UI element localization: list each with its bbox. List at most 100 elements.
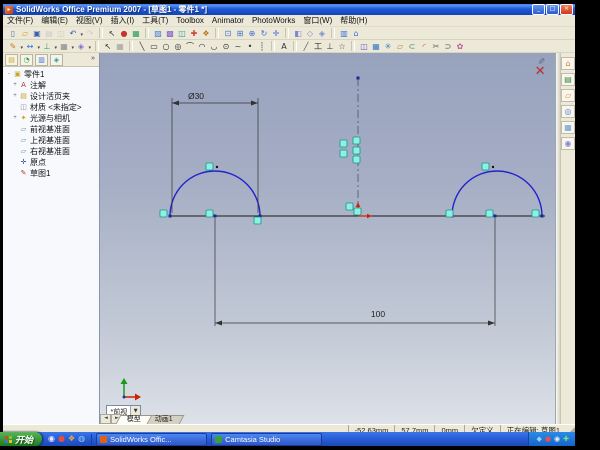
- trim-tool-button[interactable]: ✂: [430, 41, 442, 52]
- symmetry-button[interactable]: ☆: [336, 41, 348, 52]
- rotate-view-button[interactable]: ↻: [258, 28, 270, 39]
- print-button[interactable]: ▤: [43, 28, 55, 39]
- zoom-area-button[interactable]: ⊞: [234, 28, 246, 39]
- tray-icon-1[interactable]: ◆: [537, 433, 542, 445]
- add-relation-button[interactable]: ⊥: [41, 41, 53, 52]
- ellipse-tool-button[interactable]: ⊙: [220, 41, 232, 52]
- menu-file[interactable]: 文件(F): [3, 15, 37, 26]
- start-button[interactable]: 开始: [0, 432, 42, 446]
- scene-button[interactable]: ▩: [164, 28, 176, 39]
- dim-text-diameter[interactable]: Ø30: [188, 91, 204, 101]
- minimize-button[interactable]: _: [532, 4, 545, 15]
- quick-launch-icon-3[interactable]: ❖: [68, 434, 75, 444]
- sketch-button[interactable]: ✎: [7, 41, 19, 52]
- zoom-in-out-button[interactable]: ⊕: [246, 28, 258, 39]
- task-camtasia[interactable]: Camtasia Studio: [211, 433, 322, 446]
- menu-photoworks[interactable]: PhotoWorks: [248, 16, 299, 25]
- right-semicircle-arc[interactable]: [452, 171, 542, 216]
- construction-geometry-button[interactable]: ╱: [300, 41, 312, 52]
- circle-tool-button[interactable]: ○: [160, 41, 172, 52]
- edit-color-button[interactable]: ▦: [130, 28, 142, 39]
- dim-text-length[interactable]: 100: [371, 309, 385, 319]
- quick-snaps-button[interactable]: ◈: [75, 41, 87, 52]
- menu-tools[interactable]: 工具(T): [138, 15, 172, 26]
- graphics-area[interactable]: Ø30 100: [100, 53, 555, 424]
- print-preview-button[interactable]: ◫: [55, 28, 67, 39]
- pan-button[interactable]: ✛: [270, 28, 282, 39]
- taskpane-search-icon[interactable]: ◎: [561, 105, 575, 118]
- centerline-tool-button[interactable]: ┊: [256, 41, 268, 52]
- open-button[interactable]: ▱: [19, 28, 31, 39]
- menu-insert[interactable]: 插入(I): [107, 15, 139, 26]
- fillet-tool-button[interactable]: ◜: [418, 41, 430, 52]
- tree-expander[interactable]: +: [11, 113, 19, 124]
- image-button[interactable]: ◫: [176, 28, 188, 39]
- smart-dimension-button[interactable]: ↔: [24, 41, 36, 52]
- close-button[interactable]: ×: [560, 4, 573, 15]
- tree-design-binder[interactable]: + ▤ 设计活页夹: [3, 91, 99, 102]
- spline-tool-button[interactable]: ~: [232, 41, 244, 52]
- tree-right-plane[interactable]: ▱ 右视基准面: [3, 146, 99, 157]
- standard-views-button[interactable]: ⌂: [350, 28, 362, 39]
- tree-top-plane[interactable]: ▱ 上视基准面: [3, 135, 99, 146]
- linear-pattern-button[interactable]: ▦: [370, 41, 382, 52]
- tab-configurationmanager[interactable]: ▥: [35, 54, 48, 66]
- text-tool-button[interactable]: A: [278, 41, 290, 52]
- menu-view[interactable]: 视图(V): [72, 15, 107, 26]
- save-button[interactable]: ▣: [31, 28, 43, 39]
- undo-button[interactable]: ↶: [67, 28, 79, 39]
- tray-icon-3[interactable]: ◉: [554, 433, 560, 445]
- extend-tool-button[interactable]: ⊃: [442, 41, 454, 52]
- hidden-lines-button[interactable]: ◇: [304, 28, 316, 39]
- rebuild-button[interactable]: ●: [118, 28, 130, 39]
- tree-expander[interactable]: -: [5, 69, 13, 80]
- zoom-fit-button[interactable]: ⊡: [222, 28, 234, 39]
- perimeter-circle-tool-button[interactable]: ◎: [172, 41, 184, 52]
- offset-entities-button[interactable]: ▱: [394, 41, 406, 52]
- three-point-arc-tool-button[interactable]: ◡: [208, 41, 220, 52]
- tree-expander[interactable]: +: [11, 91, 19, 102]
- wireframe-button[interactable]: ◈: [316, 28, 328, 39]
- restore-button[interactable]: □: [546, 4, 559, 15]
- rectangle-tool-button[interactable]: ▭: [148, 41, 160, 52]
- palette-button[interactable]: ❖: [200, 28, 212, 39]
- display-relations-button[interactable]: ▦: [58, 41, 70, 52]
- material-editor-button[interactable]: ✚: [188, 28, 200, 39]
- tab-model[interactable]: 模型: [116, 415, 153, 424]
- vertical-relation-button[interactable]: 工: [312, 41, 324, 52]
- sketch-picture-button[interactable]: ✿: [454, 41, 466, 52]
- taskpane-file-explorer-icon[interactable]: ▱: [561, 89, 575, 102]
- shaded-view-button[interactable]: ◧: [292, 28, 304, 39]
- left-semicircle-arc[interactable]: [170, 171, 260, 216]
- view-orientation-button[interactable]: ▥: [338, 28, 350, 39]
- tree-origin[interactable]: ✛ 原点: [3, 157, 99, 168]
- appearance-button[interactable]: ▨: [152, 28, 164, 39]
- line-tool-button[interactable]: ╲: [136, 41, 148, 52]
- mirror-entities-button[interactable]: ◫: [358, 41, 370, 52]
- menu-edit[interactable]: 编辑(E): [37, 15, 72, 26]
- tree-front-plane[interactable]: ▱ 前视基准面: [3, 124, 99, 135]
- tab-propertymanager[interactable]: ◔: [20, 54, 33, 66]
- new-button[interactable]: ▯: [7, 28, 19, 39]
- quick-launch-icon-1[interactable]: ◉: [48, 434, 55, 444]
- sketch-relation-icons[interactable]: [160, 137, 539, 224]
- tree-part-root[interactable]: - ▣ 零件1: [3, 69, 99, 80]
- quick-launch-icon-2[interactable]: ●: [58, 434, 65, 444]
- quick-launch-icon-4[interactable]: ◍: [78, 434, 85, 444]
- tray-icon-2[interactable]: ●: [545, 433, 551, 445]
- tab-scroll-left[interactable]: ◄: [100, 414, 111, 424]
- tree-material[interactable]: ◫ 材质 <未指定>: [3, 102, 99, 113]
- tree-sketch1[interactable]: ✎ 草图1: [3, 168, 99, 179]
- perpendicular-relation-button[interactable]: ⊥: [324, 41, 336, 52]
- taskpane-document-icon[interactable]: ▦: [561, 121, 575, 134]
- task-solidworks[interactable]: SolidWorks Offic...: [96, 433, 207, 446]
- tangent-arc-tool-button[interactable]: ◠: [196, 41, 208, 52]
- circular-pattern-button[interactable]: ✳: [382, 41, 394, 52]
- select-tool-button[interactable]: ↖: [102, 41, 114, 52]
- tree-expander[interactable]: +: [11, 80, 19, 91]
- menu-toolbox[interactable]: Toolbox: [172, 16, 208, 25]
- convert-entities-button[interactable]: ⊂: [406, 41, 418, 52]
- tab-featuremanager[interactable]: ▤: [5, 54, 18, 66]
- sketch-pencil-icon[interactable]: ✎: [535, 53, 545, 69]
- centerline-endpoint[interactable]: [357, 77, 360, 80]
